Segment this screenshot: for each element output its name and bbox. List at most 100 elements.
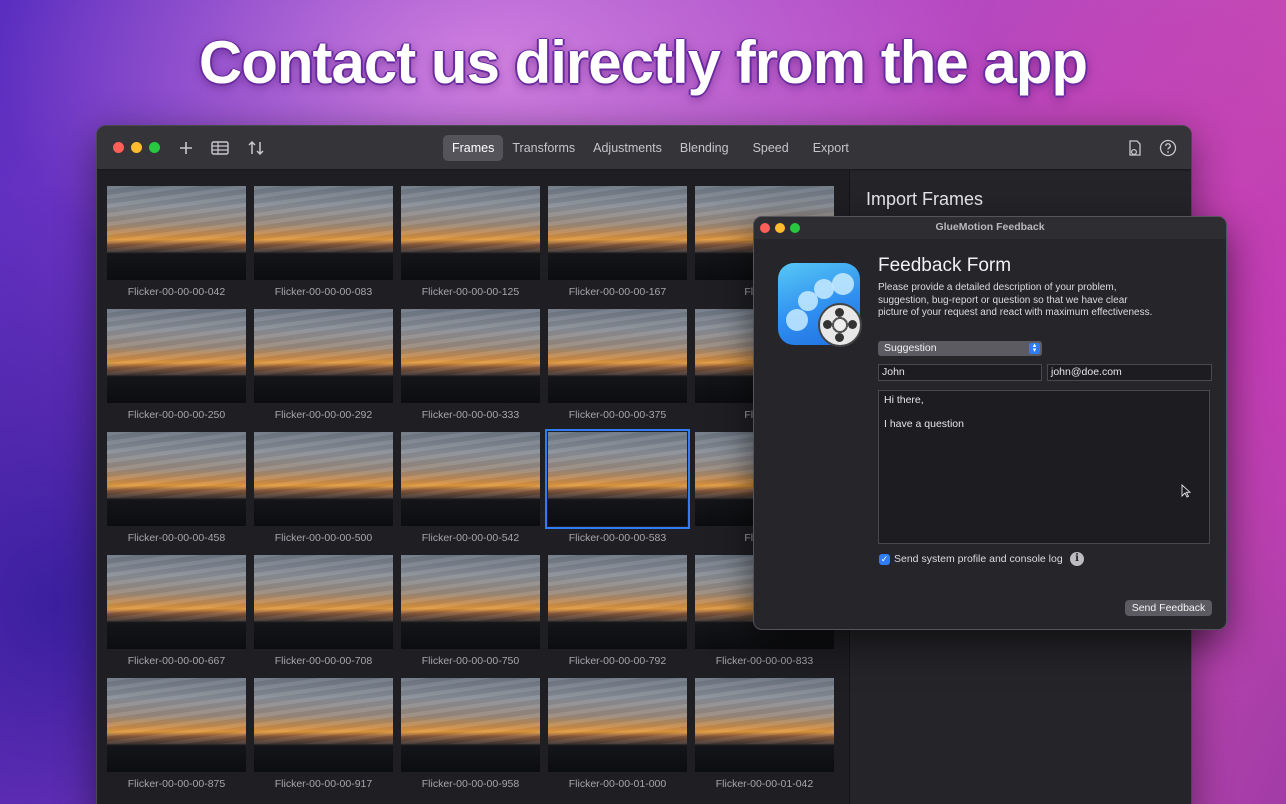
category-select-value: Suggestion — [884, 342, 937, 354]
frame-caption: Flicker-00-00-00-083 — [274, 286, 373, 298]
frame-caption: Flicker-00-00-00-792 — [568, 655, 667, 667]
bubble-shape — [786, 309, 808, 331]
frame-thumbnail-item[interactable]: Flicker-00-00-00-958 — [401, 678, 540, 796]
tab-blending[interactable]: Blending — [671, 135, 738, 161]
frame-image — [548, 555, 687, 649]
frame-thumbnail-item[interactable]: Flicker-00-00-00-042 — [107, 186, 246, 304]
frame-thumbnail-item[interactable]: Flicker-00-00-00-458 — [107, 432, 246, 550]
message-textarea[interactable]: Hi there, I have a question — [878, 390, 1210, 544]
frame-image — [401, 309, 540, 403]
frame-thumbnail-item[interactable]: Flicker-00-00-01-042 — [695, 678, 834, 796]
frame-image — [254, 555, 393, 649]
name-field[interactable]: John — [878, 364, 1042, 381]
frames-grid-area: Flicker-00-00-00-042 Flicker-00-00-00-083… — [97, 171, 849, 804]
bubble-shape — [814, 279, 834, 299]
feedback-window-title: GlueMotion Feedback — [935, 221, 1045, 233]
frame-image — [545, 429, 690, 529]
send-profile-checkbox[interactable]: ✓ — [879, 554, 890, 565]
promo-headline: Contact us directly from the app — [198, 29, 1088, 96]
frame-caption: Flicker-00-00-00-375 — [568, 409, 667, 421]
message-line — [884, 406, 1204, 418]
frame-thumbnail-item[interactable]: Flicker-00-00-00-708 — [254, 555, 393, 673]
frame-image — [401, 678, 540, 772]
frame-thumbnail-item[interactable]: Flicker-00-00-00-250 — [107, 309, 246, 427]
tab-speed[interactable]: Speed — [744, 135, 798, 161]
frame-caption: Flicker-00-00-00-917 — [274, 778, 373, 790]
frame-image — [401, 432, 540, 526]
frame-thumbnail-item[interactable]: Flicker-00-00-00-583 — [545, 429, 690, 550]
frame-thumbnail-item[interactable]: Flicker-00-00-00-500 — [254, 432, 393, 550]
send-profile-label: Send system profile and console log — [894, 553, 1063, 565]
side-panel-title: Import Frames — [866, 189, 984, 209]
frame-image — [254, 309, 393, 403]
category-select[interactable]: Suggestion ▴ ▾ — [878, 341, 1042, 356]
frame-caption: Flicker-00-00-00-125 — [421, 286, 520, 298]
frame-image — [254, 678, 393, 772]
message-line: I have a question — [884, 418, 964, 430]
frame-image — [401, 186, 540, 280]
frame-caption: Flicker-00-00-00-667 — [127, 655, 226, 667]
reel-hole — [835, 333, 844, 342]
email-field[interactable]: john@doe.com — [1047, 364, 1212, 381]
info-icon[interactable]: i — [1070, 552, 1084, 566]
bubble-shape — [832, 273, 854, 295]
frame-thumbnail-item[interactable]: Flicker-00-00-00-333 — [401, 309, 540, 427]
minimize-button[interactable] — [131, 142, 142, 153]
frame-thumbnail-item[interactable]: Flicker-00-00-00-167 — [548, 186, 687, 304]
frame-thumbnail-item[interactable]: Flicker-00-00-00-375 — [548, 309, 687, 427]
film-reel-icon — [818, 303, 862, 347]
toolbar: Frames Transforms Adjustments Blending S… — [97, 126, 1191, 170]
tab-frames[interactable]: Frames — [443, 135, 504, 161]
document-gear-icon[interactable] — [1124, 137, 1146, 159]
reel-hole — [835, 308, 844, 317]
feedback-description: Please provide a detailed description of… — [878, 282, 1153, 318]
frame-image — [107, 678, 246, 772]
frame-caption: Flicker-00-00-00-333 — [421, 409, 520, 421]
tab-export[interactable]: Export — [804, 135, 858, 161]
add-icon[interactable] — [175, 137, 197, 159]
frame-thumbnail-item[interactable]: Flicker-00-00-00-083 — [254, 186, 393, 304]
message-line: Hi there, — [884, 394, 924, 406]
tab-transforms[interactable]: Transforms — [503, 135, 584, 161]
frame-image — [254, 186, 393, 280]
frame-caption: Flicker-00-00-00-167 — [568, 286, 667, 298]
frame-caption: Flicker-00-00-01-000 — [568, 778, 667, 790]
frame-image — [401, 555, 540, 649]
tab-bar: Frames Transforms Adjustments Blending S… — [443, 135, 858, 161]
feedback-titlebar: GlueMotion Feedback — [754, 217, 1226, 239]
frame-caption: Flicker-00-00-00-292 — [274, 409, 373, 421]
feedback-window: GlueMotion Feedback Feedback Form Please… — [753, 216, 1227, 630]
frame-caption: Flicker-00-00-00-250 — [127, 409, 226, 421]
chevron-up-down-icon: ▴ ▾ — [1029, 342, 1040, 354]
frame-thumbnail-item[interactable]: Flicker-00-00-00-542 — [401, 432, 540, 550]
send-feedback-button[interactable]: Send Feedback — [1125, 600, 1212, 616]
frame-thumbnail-item[interactable]: Flicker-00-00-00-917 — [254, 678, 393, 796]
frame-caption: Flicker-00-00-00-958 — [421, 778, 520, 790]
table-icon[interactable] — [209, 137, 231, 159]
reel-hole — [848, 320, 857, 329]
frame-thumbnail-item[interactable]: Flicker-00-00-00-875 — [107, 678, 246, 796]
frame-thumbnail-item[interactable]: Flicker-00-00-01-000 — [548, 678, 687, 796]
frame-caption: Flicker-00-00-00-500 — [274, 532, 373, 544]
feedback-heading: Feedback Form — [878, 255, 1012, 276]
frame-image — [107, 309, 246, 403]
zoom-button[interactable] — [149, 142, 160, 153]
frame-image — [548, 678, 687, 772]
frame-caption: Flicker-00-00-00-458 — [127, 532, 226, 544]
frame-image — [107, 186, 246, 280]
sort-icon[interactable] — [245, 137, 267, 159]
frame-caption: Flicker-00-00-00-042 — [127, 286, 226, 298]
frame-thumbnail-item[interactable]: Flicker-00-00-00-292 — [254, 309, 393, 427]
frame-caption: Flicker-00-00-00-542 — [421, 532, 520, 544]
frame-caption: Flicker-00-00-00-750 — [421, 655, 520, 667]
tab-adjustments[interactable]: Adjustments — [584, 135, 671, 161]
reel-hole — [823, 320, 832, 329]
frame-thumbnail-item[interactable]: Flicker-00-00-00-792 — [548, 555, 687, 673]
help-icon[interactable] — [1157, 137, 1179, 159]
frame-caption: Flicker-00-00-00-833 — [715, 655, 814, 667]
frame-image — [107, 432, 246, 526]
close-button[interactable] — [113, 142, 124, 153]
frame-thumbnail-item[interactable]: Flicker-00-00-00-667 — [107, 555, 246, 673]
frame-thumbnail-item[interactable]: Flicker-00-00-00-125 — [401, 186, 540, 304]
frame-thumbnail-item[interactable]: Flicker-00-00-00-750 — [401, 555, 540, 673]
